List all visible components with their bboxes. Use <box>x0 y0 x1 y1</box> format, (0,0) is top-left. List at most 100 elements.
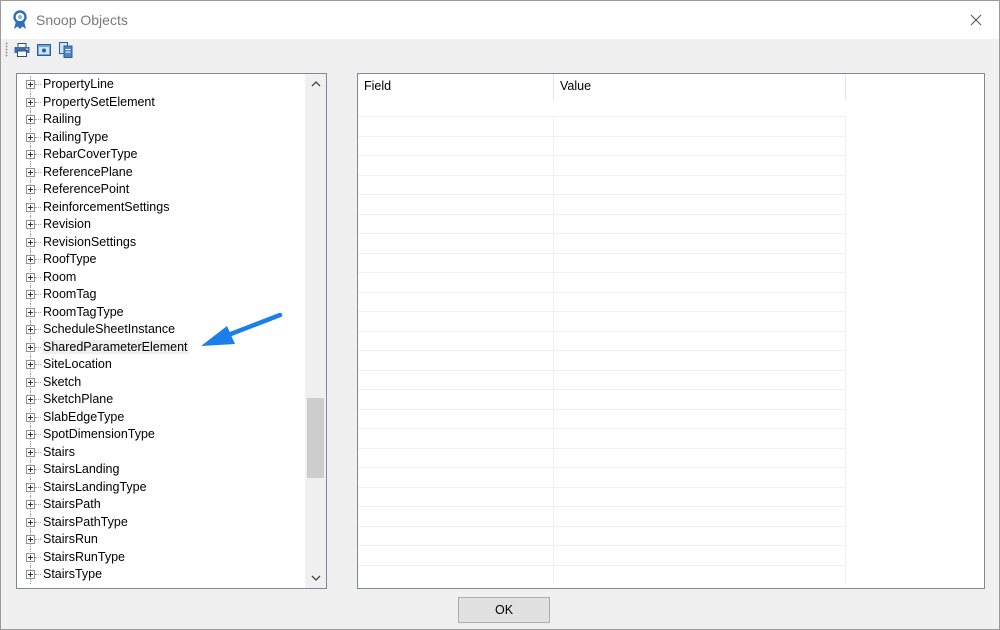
tree-item-label[interactable]: RevisionSettings <box>42 235 137 249</box>
tree-item-label[interactable]: RailingType <box>42 130 109 144</box>
expand-plus-icon[interactable] <box>26 570 35 579</box>
tree-item-label[interactable]: StairsRun <box>42 532 99 546</box>
expand-plus-icon[interactable] <box>26 150 35 159</box>
tree-item-label[interactable]: RoomTag <box>42 287 98 301</box>
tree-item[interactable]: ReinforcementSettings <box>17 198 304 216</box>
tree-item[interactable]: SketchPlane <box>17 391 304 409</box>
tree-item-label[interactable]: SiteLocation <box>42 357 113 371</box>
column-header-value[interactable]: Value <box>554 74 846 100</box>
tree-item[interactable]: SlabEdgeType <box>17 408 304 426</box>
expand-plus-icon[interactable] <box>26 80 35 89</box>
scroll-up-button[interactable] <box>305 74 326 94</box>
expand-plus-icon[interactable] <box>26 185 35 194</box>
grid-header: Field Value <box>358 74 984 100</box>
ok-button[interactable]: OK <box>458 597 550 623</box>
tree-item[interactable]: RebarCoverType <box>17 146 304 164</box>
tree-item[interactable]: StairsRunType <box>17 548 304 566</box>
tree-item-label[interactable]: SlabEdgeType <box>42 410 125 424</box>
expand-plus-icon[interactable] <box>26 115 35 124</box>
print-button[interactable] <box>13 41 31 59</box>
tree-item[interactable]: ReferencePoint <box>17 181 304 199</box>
expand-plus-icon[interactable] <box>26 412 35 422</box>
tree-item[interactable]: StairsPathType <box>17 513 304 531</box>
tree-item-label[interactable]: StairsType <box>42 567 103 581</box>
tree-item-label[interactable]: SketchPlane <box>42 392 114 406</box>
tree-item-label[interactable]: StairsLandingType <box>42 480 148 494</box>
tree-item[interactable]: RevisionSettings <box>17 233 304 251</box>
expand-plus-icon[interactable] <box>26 395 35 404</box>
tree-item[interactable]: PropertyLine <box>17 76 304 94</box>
expand-plus-icon[interactable] <box>26 202 35 212</box>
expand-plus-icon[interactable] <box>26 167 35 177</box>
scroll-thumb[interactable] <box>307 398 324 478</box>
tree-item[interactable]: StairsType <box>17 566 304 584</box>
tree-item[interactable]: Stairs <box>17 443 304 461</box>
expand-plus-icon[interactable] <box>26 307 35 317</box>
expand-plus-icon[interactable] <box>26 220 35 229</box>
tree-item[interactable]: PropertySetElement <box>17 93 304 111</box>
tree-item-label[interactable]: PropertySetElement <box>42 95 156 109</box>
tree-item-label[interactable]: ScheduleSheetInstance <box>42 322 176 336</box>
tree-item[interactable]: RoofType <box>17 251 304 269</box>
expand-plus-icon[interactable] <box>26 517 35 527</box>
expand-plus-icon[interactable] <box>26 342 35 352</box>
close-button[interactable] <box>953 1 999 39</box>
tree-item-label[interactable]: ReferencePlane <box>42 165 134 179</box>
expand-plus-icon[interactable] <box>26 325 35 334</box>
tree-item-label[interactable]: SpotDimensionType <box>42 427 156 441</box>
tree-item-label[interactable]: PropertyLine <box>42 77 115 91</box>
tree-item-label[interactable]: StairsPathType <box>42 515 129 529</box>
tree-item-label[interactable]: StairsLanding <box>42 462 120 476</box>
expand-plus-icon[interactable] <box>26 500 35 509</box>
expand-plus-icon[interactable] <box>26 132 35 142</box>
tree-item[interactable]: SpotDimensionType <box>17 426 304 444</box>
expand-plus-icon[interactable] <box>26 377 35 387</box>
expand-plus-icon[interactable] <box>26 237 35 247</box>
expand-plus-icon[interactable] <box>26 552 35 562</box>
tree-item[interactable]: StairsLandingType <box>17 478 304 496</box>
tree-item-label[interactable]: Sketch <box>42 375 82 389</box>
tree-item[interactable]: ReferencePlane <box>17 163 304 181</box>
toolbar-grip[interactable] <box>5 42 8 57</box>
tree-item-label[interactable]: RebarCoverType <box>42 147 139 161</box>
expand-plus-icon[interactable] <box>26 465 35 474</box>
grid-cell-value <box>554 468 846 487</box>
tree-item-label[interactable]: RoofType <box>42 252 98 266</box>
scroll-down-button[interactable] <box>305 568 326 588</box>
tree-item[interactable]: StairsRun <box>17 531 304 549</box>
tree-item-label[interactable]: Railing <box>42 112 82 126</box>
expand-plus-icon[interactable] <box>26 272 35 282</box>
tree-item[interactable]: SiteLocation <box>17 356 304 374</box>
copy-button[interactable] <box>57 41 75 59</box>
tree-item-label[interactable]: RoomTagType <box>42 305 125 319</box>
expand-plus-icon[interactable] <box>26 290 35 299</box>
tree-item-label[interactable]: StairsPath <box>42 497 102 511</box>
tree-item[interactable]: Sketch <box>17 373 304 391</box>
tree-item[interactable]: RailingType <box>17 128 304 146</box>
tree-item[interactable]: Room <box>17 268 304 286</box>
tree-item[interactable]: Railing <box>17 111 304 129</box>
expand-plus-icon[interactable] <box>26 447 35 457</box>
tree-item-label[interactable]: Revision <box>42 217 92 231</box>
title-bar[interactable]: Snoop Objects <box>1 1 999 39</box>
tree-item-label[interactable]: Room <box>42 270 77 284</box>
expand-plus-icon[interactable] <box>26 482 35 492</box>
field-value-grid[interactable]: Field Value <box>357 73 985 589</box>
preview-button[interactable] <box>35 41 53 59</box>
tree-item-label[interactable]: ReinforcementSettings <box>42 200 170 214</box>
tree-item[interactable]: StairsPath <box>17 496 304 514</box>
expand-plus-icon[interactable] <box>26 430 35 439</box>
tree-item-label[interactable]: ReferencePoint <box>42 182 130 196</box>
expand-plus-icon[interactable] <box>26 97 35 107</box>
tree-item[interactable]: RoomTag <box>17 286 304 304</box>
tree-item-label[interactable]: StairsRunType <box>42 550 126 564</box>
tree-item-label[interactable]: Stairs <box>42 445 76 459</box>
tree-scrollbar[interactable] <box>305 74 326 588</box>
expand-plus-icon[interactable] <box>26 360 35 369</box>
tree-item[interactable]: StairsLanding <box>17 461 304 479</box>
tree-item[interactable]: Revision <box>17 216 304 234</box>
expand-plus-icon[interactable] <box>26 255 35 264</box>
column-header-field[interactable]: Field <box>358 74 554 100</box>
expand-plus-icon[interactable] <box>26 535 35 544</box>
tree-item-label[interactable]: SharedParameterElement <box>42 339 189 354</box>
